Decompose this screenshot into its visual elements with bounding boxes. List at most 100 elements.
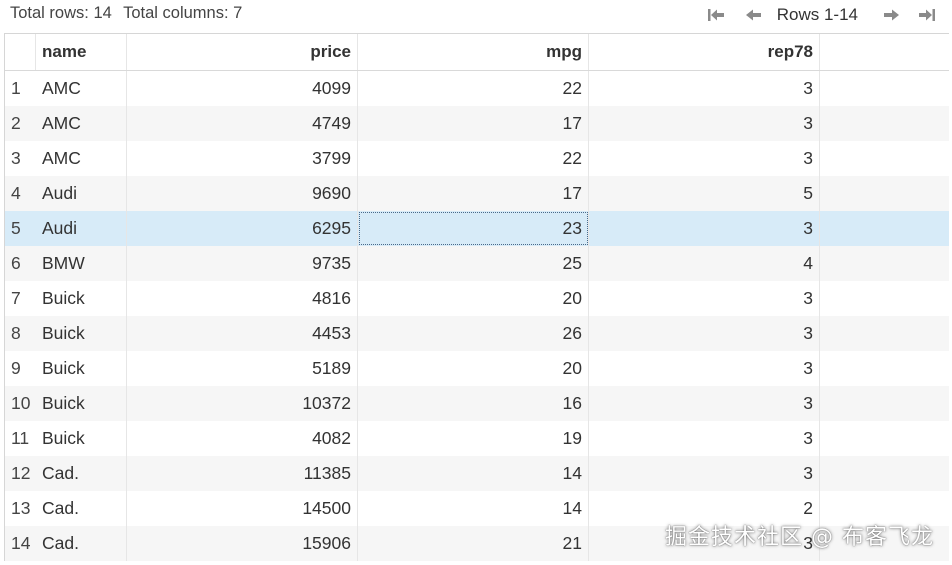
name-cell[interactable]: Buick (36, 281, 127, 316)
name-cell[interactable]: Audi (36, 211, 127, 246)
row-number-cell[interactable]: 14 (5, 526, 36, 561)
name-cell[interactable]: AMC (36, 71, 127, 106)
mpg-cell[interactable]: 17 (358, 176, 589, 211)
watermark: 掘金技术社区 @ 布客飞龙 (665, 525, 934, 550)
rep78-cell[interactable]: 3 (589, 456, 820, 491)
name-cell[interactable]: Buick (36, 351, 127, 386)
price-cell[interactable]: 11385 (127, 456, 358, 491)
price-cell[interactable]: 6295 (127, 211, 358, 246)
row-filler (820, 386, 949, 421)
mpg-cell[interactable]: 14 (358, 456, 589, 491)
last-page-button[interactable] (916, 4, 938, 26)
name-cell[interactable]: BMW (36, 246, 127, 281)
row-number-cell[interactable]: 9 (5, 351, 36, 386)
row-filler (820, 351, 949, 386)
column-header-rep78[interactable]: rep78 (589, 34, 820, 70)
row-filler (820, 246, 949, 281)
table-row[interactable]: 12 Cad. 11385 14 3 (5, 456, 949, 491)
rep78-cell[interactable]: 3 (589, 141, 820, 176)
price-cell[interactable]: 14500 (127, 491, 358, 526)
rep78-cell[interactable]: 3 (589, 421, 820, 456)
grid-toolbar: Total rows: 14 Total columns: 7 Rows 1-1… (0, 0, 952, 30)
column-header-price[interactable]: price (127, 34, 358, 70)
mpg-cell[interactable]: 14 (358, 491, 589, 526)
price-cell[interactable]: 9690 (127, 176, 358, 211)
table-row[interactable]: 3 AMC 3799 22 3 (5, 141, 949, 176)
row-filler (820, 176, 949, 211)
price-cell[interactable]: 3799 (127, 141, 358, 176)
price-cell[interactable]: 5189 (127, 351, 358, 386)
mpg-cell[interactable]: 23 (358, 211, 589, 246)
name-cell[interactable]: Cad. (36, 456, 127, 491)
next-page-icon (884, 9, 899, 21)
price-cell[interactable]: 4099 (127, 71, 358, 106)
row-number-cell[interactable]: 5 (5, 211, 36, 246)
mpg-cell[interactable]: 22 (358, 141, 589, 176)
rep78-cell[interactable]: 3 (589, 281, 820, 316)
rep78-cell[interactable]: 3 (589, 351, 820, 386)
previous-page-button[interactable] (743, 4, 765, 26)
header-row: name price mpg rep78 (5, 34, 949, 71)
row-number-cell[interactable]: 2 (5, 106, 36, 141)
mpg-cell[interactable]: 21 (358, 526, 589, 561)
first-page-button[interactable] (705, 4, 727, 26)
rep78-cell[interactable]: 3 (589, 386, 820, 421)
pager: Rows 1-14 (705, 3, 938, 27)
price-cell[interactable]: 4453 (127, 316, 358, 351)
column-header-mpg[interactable]: mpg (358, 34, 589, 70)
name-cell[interactable]: Buick (36, 386, 127, 421)
rep78-cell[interactable]: 3 (589, 211, 820, 246)
row-number-cell[interactable]: 1 (5, 71, 36, 106)
table-row[interactable]: 9 Buick 5189 20 3 (5, 351, 949, 386)
table-row[interactable]: 1 AMC 4099 22 3 (5, 71, 949, 106)
name-cell[interactable]: AMC (36, 106, 127, 141)
row-number-cell[interactable]: 10 (5, 386, 36, 421)
table-row[interactable]: 4 Audi 9690 17 5 (5, 176, 949, 211)
price-cell[interactable]: 9735 (127, 246, 358, 281)
rep78-cell[interactable]: 3 (589, 71, 820, 106)
name-cell[interactable]: Audi (36, 176, 127, 211)
mpg-cell[interactable]: 17 (358, 106, 589, 141)
row-number-cell[interactable]: 12 (5, 456, 36, 491)
mpg-cell[interactable]: 26 (358, 316, 589, 351)
price-cell[interactable]: 4082 (127, 421, 358, 456)
price-cell[interactable]: 15906 (127, 526, 358, 561)
column-header-name[interactable]: name (36, 34, 127, 70)
price-cell[interactable]: 4749 (127, 106, 358, 141)
row-number-cell[interactable]: 3 (5, 141, 36, 176)
name-cell[interactable]: Cad. (36, 491, 127, 526)
row-number-cell[interactable]: 8 (5, 316, 36, 351)
mpg-cell[interactable]: 25 (358, 246, 589, 281)
table-row[interactable]: 7 Buick 4816 20 3 (5, 281, 949, 316)
rep78-cell[interactable]: 3 (589, 106, 820, 141)
mpg-cell[interactable]: 16 (358, 386, 589, 421)
name-cell[interactable]: Buick (36, 316, 127, 351)
name-cell[interactable]: Buick (36, 421, 127, 456)
mpg-cell[interactable]: 20 (358, 281, 589, 316)
row-number-cell[interactable]: 6 (5, 246, 36, 281)
price-cell[interactable]: 4816 (127, 281, 358, 316)
rep78-cell[interactable]: 5 (589, 176, 820, 211)
next-page-button[interactable] (880, 4, 902, 26)
total-rows-label: Total rows: 14 (10, 4, 112, 22)
rep78-cell[interactable]: 4 (589, 246, 820, 281)
rep78-cell[interactable]: 3 (589, 316, 820, 351)
row-number-cell[interactable]: 4 (5, 176, 36, 211)
table-summary: Total rows: 14 Total columns: 7 (10, 4, 249, 23)
mpg-cell[interactable]: 20 (358, 351, 589, 386)
price-cell[interactable]: 10372 (127, 386, 358, 421)
mpg-cell[interactable]: 19 (358, 421, 589, 456)
table-row[interactable]: 2 AMC 4749 17 3 (5, 106, 949, 141)
row-number-cell[interactable]: 13 (5, 491, 36, 526)
name-cell[interactable]: AMC (36, 141, 127, 176)
table-row[interactable]: 5 Audi 6295 23 3 (5, 211, 949, 246)
table-row[interactable]: 11 Buick 4082 19 3 (5, 421, 949, 456)
table-row[interactable]: 8 Buick 4453 26 3 (5, 316, 949, 351)
table-row[interactable]: 6 BMW 9735 25 4 (5, 246, 949, 281)
mpg-cell[interactable]: 22 (358, 71, 589, 106)
name-cell[interactable]: Cad. (36, 526, 127, 561)
table-row[interactable]: 10 Buick 10372 16 3 (5, 386, 949, 421)
row-number-cell[interactable]: 7 (5, 281, 36, 316)
row-number-cell[interactable]: 11 (5, 421, 36, 456)
row-filler (820, 106, 949, 141)
